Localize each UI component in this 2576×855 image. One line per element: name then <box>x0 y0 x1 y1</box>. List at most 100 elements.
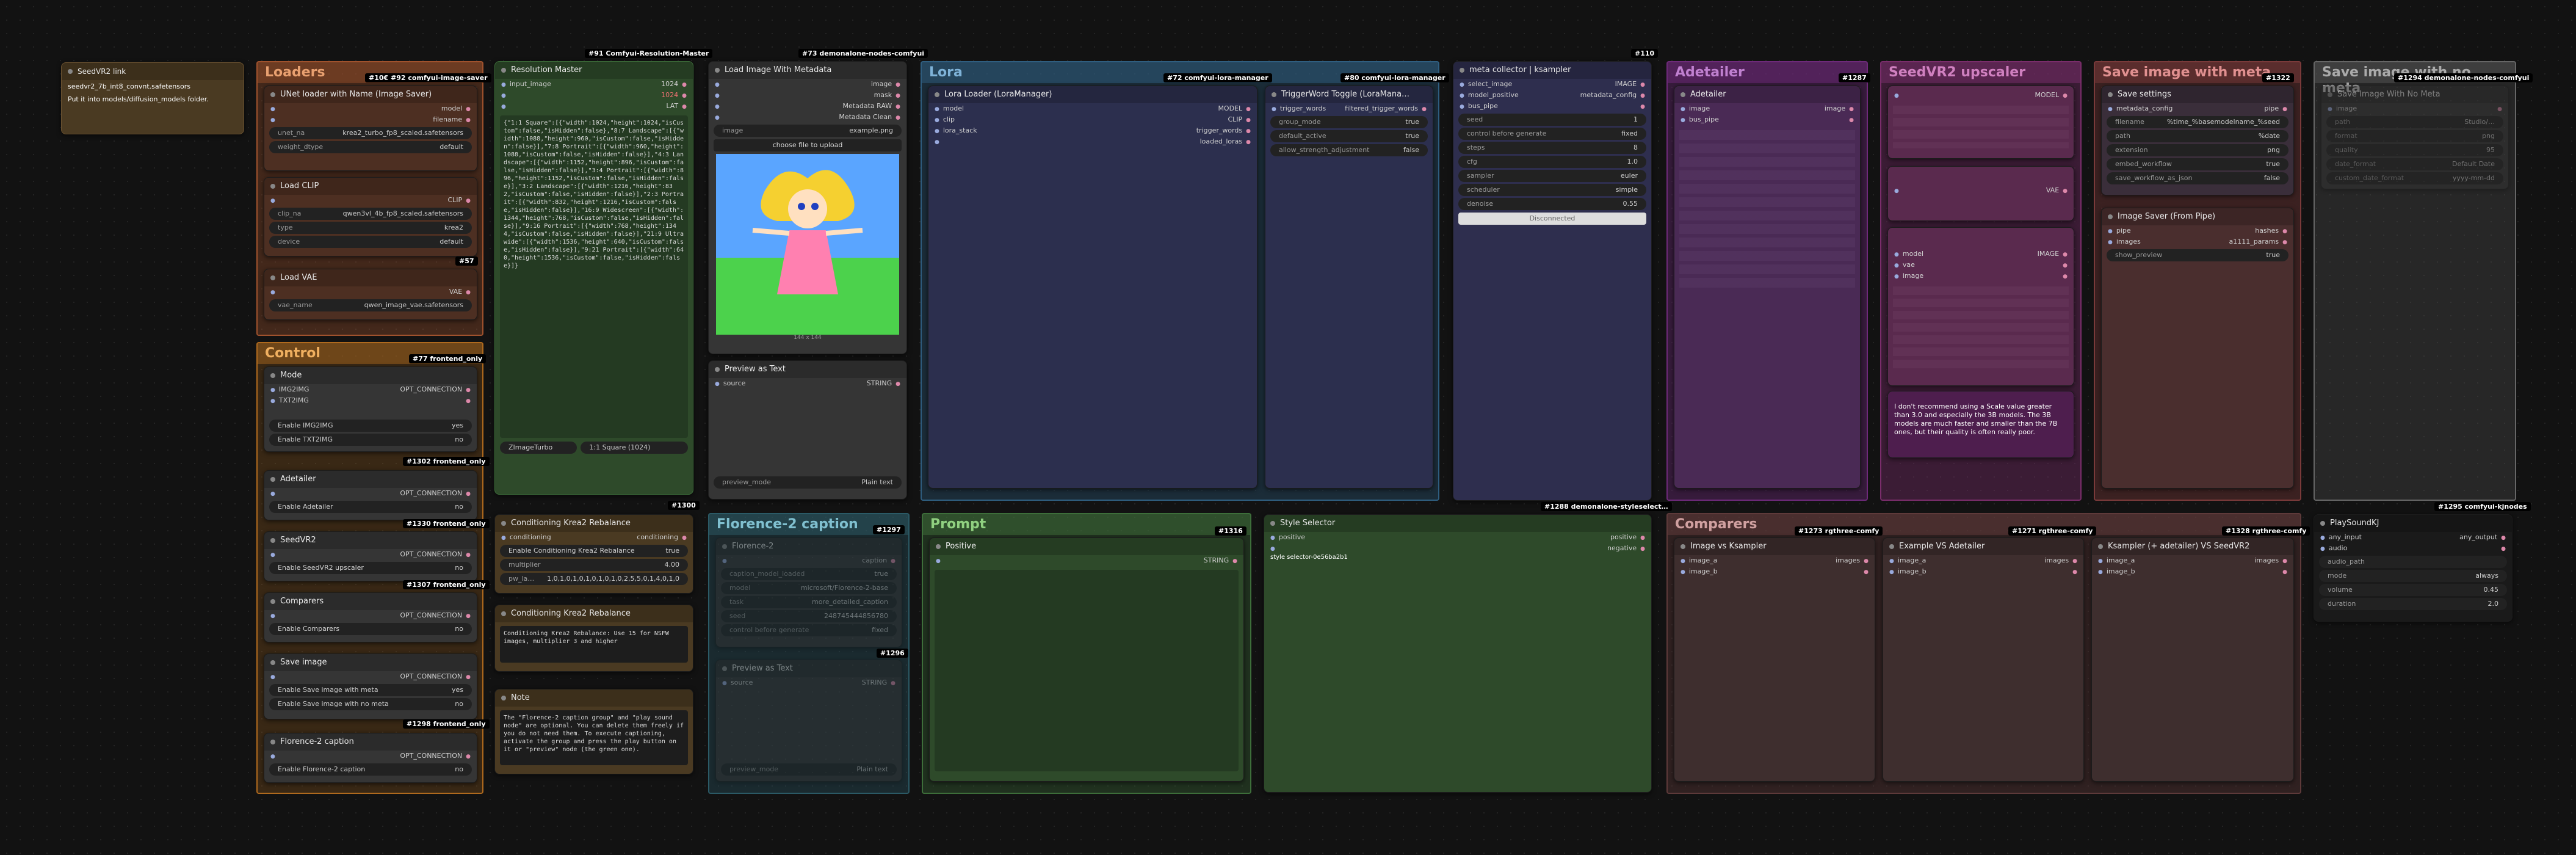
style-selector-value[interactable]: style selector-0e56ba2b1 <box>1264 554 1651 561</box>
lora-io-model[interactable]: modelMODEL <box>928 103 1257 114</box>
triggerword-toggle-node[interactable]: TriggerWord Toggle (LoraMana… trigger_wo… <box>1265 86 1433 489</box>
loadimage-out-clean[interactable]: Metadata Clean <box>709 112 906 123</box>
save-settings-node[interactable]: Save settings metadata_configpipe filena… <box>2101 86 2294 195</box>
meta-io-3[interactable]: bus_pipe <box>1453 101 1651 112</box>
nometa-quality[interactable]: quality 95 <box>2326 144 2503 156</box>
embed-workflow-toggle[interactable]: embed_workflow true <box>2107 158 2288 170</box>
seedvr2-upscaler-node[interactable]: modelIMAGE vae image <box>1887 227 2074 386</box>
positive-textarea[interactable] <box>935 570 1239 771</box>
enable-florence-toggle[interactable]: Enable Florence-2 caption no <box>269 763 472 776</box>
comparers-opt[interactable]: OPT_CONNECTION <box>264 610 477 621</box>
preview-mode-combo[interactable]: preview_mode Plain text <box>714 476 902 489</box>
adetailer-io-1[interactable]: imageimage <box>1674 103 1860 114</box>
comparer-node-2[interactable]: Example VS Adetailer image_aimages image… <box>1883 537 2084 782</box>
nometa-custom-date[interactable]: custom_date_format yyyy-mm-dd <box>2326 172 2503 184</box>
florence-opt[interactable]: OPT_CONNECTION <box>264 751 477 762</box>
krea-note-node[interactable]: Conditioning Krea2 Rebalance Conditionin… <box>494 605 693 672</box>
sampler-widget[interactable]: sampler euler <box>1458 170 1646 182</box>
florence-out[interactable]: caption <box>716 555 902 566</box>
adetailer-io-2[interactable]: bus_pipe <box>1674 114 1860 125</box>
seed-widget[interactable]: seed 1 <box>1458 114 1646 126</box>
lora-io-stack[interactable]: lora_stacktrigger_words <box>928 125 1257 136</box>
resolution-preset-button[interactable]: ZImageTurbo <box>500 442 577 454</box>
mode-in2[interactable]: TXT2IMG <box>264 395 477 406</box>
florence-row-2[interactable]: model microsoft/Florence-2-base <box>721 582 897 594</box>
lora-loader-node[interactable]: Lora Loader (LoraManager) modelMODEL cli… <box>928 86 1257 489</box>
cfg-widget[interactable]: cfg 1.0 <box>1458 156 1646 168</box>
nometa-path[interactable]: path Studio/… <box>2326 116 2503 128</box>
seedvr2-model-out[interactable]: MODEL <box>1888 90 2074 101</box>
comparers-control-node[interactable]: Comparers OPT_CONNECTION Enable Comparer… <box>264 592 477 642</box>
scheduler-widget[interactable]: scheduler simple <box>1458 184 1646 196</box>
florence-row-3[interactable]: task more_detailed_caption <box>721 596 897 608</box>
style-io-1[interactable]: positivepositive <box>1264 532 1651 543</box>
note-node[interactable]: Note The "Florence-2 caption group" and … <box>494 689 693 774</box>
florence-row-5[interactable]: control before generate fixed <box>721 624 897 636</box>
comparer-3-b[interactable]: image_b <box>2092 566 2293 577</box>
enable-seedvr2-toggle[interactable]: Enable SeedVR2 upscaler no <box>269 562 472 574</box>
image-saver-node[interactable]: Image Saver (From Pipe) pipehashes image… <box>2101 208 2294 489</box>
seedvr2-link-node[interactable]: SeedVR2 link seedvr2_7b_int8_convnt.safe… <box>61 62 244 134</box>
enable-comparers-toggle[interactable]: Enable Comparers no <box>269 623 472 635</box>
unet-dtype-combo[interactable]: weight_dtype default <box>269 141 472 153</box>
clip-name-combo[interactable]: clip_na qwen3vl_4b_fp8_scaled.safetensors <box>269 208 472 220</box>
nometa-date-format[interactable]: date_format Default Date <box>2326 158 2503 170</box>
krea-io[interactable]: conditioningconditioning <box>495 532 693 543</box>
comparer-2-b[interactable]: image_b <box>1883 566 2083 577</box>
save-nometa-node[interactable]: Save Image With No Meta image pathStudio… <box>2321 86 2509 189</box>
seedvr2-model-loader[interactable]: MODEL <box>1887 86 2074 159</box>
florence-preview-mode[interactable]: preview_mode Plain text <box>721 763 897 776</box>
save-workflow-json-toggle[interactable]: save_workflow_as_json false <box>2107 172 2288 184</box>
lora-out-loaded[interactable]: loaded_loras <box>928 136 1257 147</box>
unet-loader-node[interactable]: UNet loader with Name (Image Saver) mode… <box>264 86 477 171</box>
group-mode-toggle[interactable]: group_mode true <box>1270 116 1428 128</box>
load-clip-node[interactable]: Load CLIP CLIP clip_naqwen3vl_4b_fp8_sca… <box>264 177 477 256</box>
florence-preview-in[interactable]: sourceSTRING <box>716 677 902 688</box>
unet-out-model[interactable]: model <box>264 103 477 114</box>
resolution-latent[interactable]: LAT <box>495 101 693 112</box>
meta-io-2[interactable]: model_positivemetadata_config <box>1453 90 1651 101</box>
florence-row-1[interactable]: caption_model_loaded true <box>721 568 897 580</box>
krea-rebalance-node[interactable]: Conditioning Krea2 Rebalance conditionin… <box>494 514 693 594</box>
sound-duration-widget[interactable]: duration 2.0 <box>2319 598 2507 610</box>
krea-enable-toggle[interactable]: Enable Conditioning Krea2 Rebalance true <box>500 545 688 557</box>
comparer-1-a[interactable]: image_aimages <box>1674 555 1875 566</box>
audio-path-widget[interactable]: audio_path <box>2319 556 2507 568</box>
save-nometa-in[interactable]: image <box>2321 103 2508 114</box>
save-control-node[interactable]: Save image OPT_CONNECTION Enable Save im… <box>264 653 477 719</box>
loadimage-out-raw[interactable]: Metadata RAW <box>709 101 906 112</box>
florence-preview-node[interactable]: Preview as Text sourceSTRING preview_mod… <box>715 660 902 782</box>
play-sound-node[interactable]: PlaySoundKJ any_inputany_output audio au… <box>2314 514 2513 622</box>
resolution-size-button[interactable]: 1:1 Square (1024) <box>581 442 688 454</box>
sound-io-2[interactable]: audio <box>2314 543 2512 554</box>
sound-io-1[interactable]: any_inputany_output <box>2314 532 2512 543</box>
load-vae-node[interactable]: Load VAE VAE vae_nameqwen_image_vae.safe… <box>264 269 477 320</box>
meta-io-1[interactable]: select_imageIMAGE <box>1453 79 1651 90</box>
florence-node[interactable]: Florence-2 caption caption_model_loadedt… <box>715 537 902 647</box>
style-io-2[interactable]: negative <box>1264 543 1651 554</box>
seedvr2-vae-out[interactable]: VAE <box>1888 185 2074 196</box>
loadimage-out-image[interactable]: image <box>709 79 906 90</box>
save-opt[interactable]: OPT_CONNECTION <box>264 671 477 682</box>
adetailer-node[interactable]: Adetailer imageimage bus_pipe <box>1674 86 1861 489</box>
sound-mode-widget[interactable]: mode always <box>2319 570 2507 582</box>
krea-pw-layers[interactable]: pw_la… 1,0,1,0,1,0,1,0,1,0,1,0,2,5,5,0,1,… <box>500 573 688 585</box>
resolution-master-node[interactable]: Resolution Master input_image1024 1024 L… <box>494 61 693 495</box>
load-image-node[interactable]: Load Image With Metadata image mask Meta… <box>708 61 907 354</box>
toggle-io[interactable]: trigger_wordsfiltered_trigger_words <box>1265 103 1433 114</box>
adetailer-control-node[interactable]: Adetailer OPT_CONNECTION Enable Adetaile… <box>264 470 477 520</box>
comparer-2-a[interactable]: image_aimages <box>1883 555 2083 566</box>
seedvr2-io-1[interactable]: modelIMAGE <box>1888 249 2074 260</box>
resolution-in-image[interactable]: input_image1024 <box>495 79 693 90</box>
allow-strength-toggle[interactable]: allow_strength_adjustment false <box>1270 144 1428 156</box>
unet-name-combo[interactable]: unet_na krea2_turbo_fp8_scaled.safetensor… <box>269 127 472 139</box>
enable-txt2img-toggle[interactable]: Enable TXT2IMG no <box>269 434 472 446</box>
comparer-node-3[interactable]: Ksampler (+ adetailer) VS SeedVR2 image_… <box>2091 537 2294 782</box>
cbg-widget[interactable]: control before generate fixed <box>1458 128 1646 140</box>
comparer-3-a[interactable]: image_aimages <box>2092 555 2293 566</box>
preview-in-source[interactable]: sourceSTRING <box>709 378 906 389</box>
vae-name-combo[interactable]: vae_name qwen_image_vae.safetensors <box>269 299 472 311</box>
seedvr2-io-2[interactable]: vae <box>1888 260 2074 271</box>
upload-button[interactable]: choose file to upload <box>714 139 902 151</box>
saver-io-2[interactable]: imagesa1111_params <box>2102 236 2293 247</box>
